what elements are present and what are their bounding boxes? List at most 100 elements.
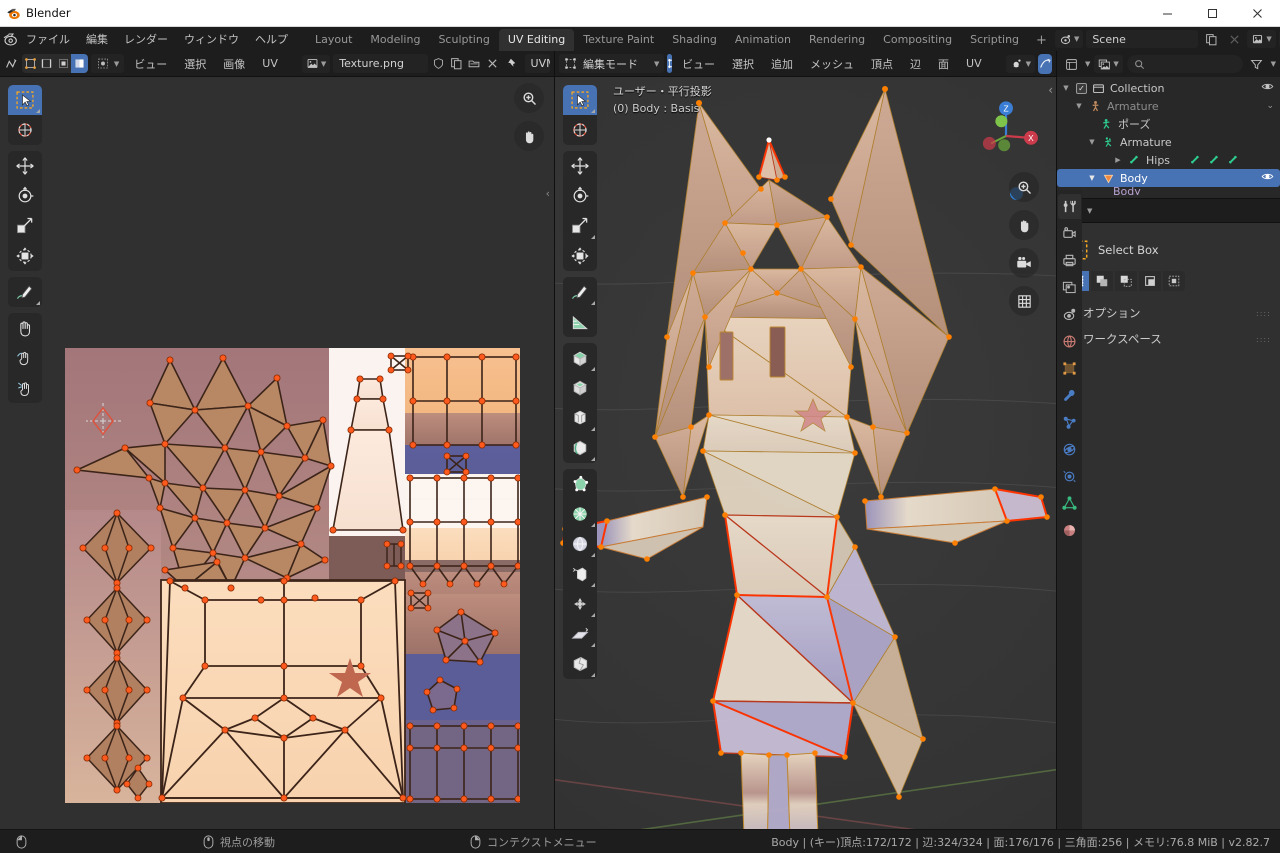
uv-face-select-button[interactable] [55,54,71,73]
uv-menu-uv[interactable]: UV [255,54,285,73]
properties-tab-constraint[interactable] [1058,464,1081,489]
viewport-menu-vertex[interactable]: 頂点 [864,53,900,75]
properties-tab-modifier[interactable] [1058,383,1081,408]
menu-file[interactable]: ファイル [18,28,78,50]
viewport-menu-view[interactable]: ビュー [675,53,722,75]
properties-tab-tool[interactable] [1058,194,1081,219]
tool-select-box[interactable] [8,85,42,115]
viewport-menu-uv[interactable]: UV [959,54,989,73]
tool-cursor[interactable] [8,115,42,145]
properties-tab-render[interactable] [1058,221,1081,246]
uv-edge-select-button[interactable] [38,54,54,73]
v3d-tool-edge-slide[interactable] [563,559,597,589]
workspace-tab-animation[interactable]: Animation [726,29,800,51]
workspace-tab-compositing[interactable]: Compositing [874,29,961,51]
outliner-row-body[interactable]: ▼ Body [1057,169,1280,187]
viewport-camera-gizmo[interactable] [1009,248,1039,278]
workspace-tab-texture-paint[interactable]: Texture Paint [574,29,663,51]
v3d-tool-rotate[interactable] [563,181,597,211]
unlink-image-button[interactable] [485,55,500,73]
v3d-tool-poly-build[interactable] [563,469,597,499]
armature-expand-chevron-icon[interactable]: ⌄ [1266,101,1274,111]
properties-tab-data[interactable] [1058,491,1081,516]
scene-name-field[interactable]: Scene [1086,30,1198,48]
tool-annotate[interactable] [8,277,42,307]
menu-edit[interactable]: 編集 [78,28,116,50]
viewport-3d-canvas[interactable]: ユーザー・平行投影 (0) Body : Basis [555,77,1057,829]
workspace-tab-layout[interactable]: Layout [306,29,361,51]
uv-menu-view[interactable]: ビュー [127,53,174,75]
properties-tab-world[interactable] [1058,329,1081,354]
selection-mode-intersect[interactable] [1163,271,1185,291]
outliner-row-collection[interactable]: ▼ ✓ Collection [1057,79,1280,97]
menu-help[interactable]: ヘルプ [247,28,296,50]
viewport-pan-gizmo[interactable] [1009,210,1039,240]
viewport-sidebar-toggle[interactable]: ‹ [1048,83,1053,97]
body-visibility-eye-icon[interactable] [1261,170,1274,186]
v3d-tool-move[interactable] [563,151,597,181]
disclosure-triangle-icon[interactable]: ▼ [1061,84,1071,92]
properties-tab-physics[interactable] [1058,437,1081,462]
workspace-tab-scripting[interactable]: Scripting [961,29,1028,51]
uv-editor-type-icon[interactable] [4,55,19,73]
workspace-tab-modeling[interactable]: Modeling [361,29,429,51]
disclosure-triangle-icon[interactable]: ▼ [1087,174,1097,182]
v3d-tool-loop-cut[interactable] [563,433,597,463]
blender-menu-icon[interactable] [2,28,18,50]
window-close-button[interactable] [1235,0,1280,27]
uv-island-select-button[interactable] [71,54,87,73]
properties-tab-particles[interactable] [1058,410,1081,435]
collection-visibility-eye-icon[interactable] [1261,80,1274,96]
character-mesh[interactable] [555,77,1057,829]
uv-zoom-gizmo[interactable] [514,83,544,113]
workspace-tab-rendering[interactable]: Rendering [800,29,874,51]
image-browse-dropdown[interactable]: ▼ [302,55,330,73]
viewport-menu-mesh[interactable]: メッシュ [803,53,861,75]
new-image-button[interactable] [449,55,464,73]
uv-menu-image[interactable]: 画像 [216,53,252,75]
workspace-tab-sculpting[interactable]: Sculpting [429,29,498,51]
workspace-tab-uv-editing[interactable]: UV Editing [499,29,574,51]
outliner-row-hips[interactable]: ▶ Hips [1057,151,1280,169]
new-scene-button[interactable] [1201,30,1221,48]
add-workspace-button[interactable]: + [1028,30,1055,51]
menu-window[interactable]: ウィンドウ [176,28,247,50]
disclosure-triangle-icon[interactable]: ▼ [1074,102,1084,110]
v3d-tool-transform[interactable] [563,241,597,271]
selection-mode-subtract[interactable] [1115,271,1137,291]
v3d-tool-extrude[interactable] [563,343,597,373]
uv-vertex-select-button[interactable] [22,54,38,73]
uvmap-field[interactable]: UVM [525,54,550,73]
uv-sticky-selection-dropdown[interactable]: ▼ [91,54,124,73]
xray-toggle-button[interactable] [1038,54,1052,74]
outliner-filter-button[interactable] [1247,55,1267,73]
v3d-tool-smooth[interactable] [563,529,597,559]
window-minimize-button[interactable] [1145,0,1190,27]
menu-render[interactable]: レンダー [116,28,176,50]
workspace-tab-shading[interactable]: Shading [663,29,726,51]
tool-scale[interactable] [8,211,42,241]
outliner-tree[interactable]: ▼ ✓ Collection ▼ Armature [1057,77,1280,198]
viewport-menu-add[interactable]: 追加 [764,53,800,75]
tool-grab[interactable] [8,313,42,343]
v3d-tool-measure[interactable] [563,307,597,337]
open-image-button[interactable] [467,55,482,73]
properties-tab-object[interactable] [1058,356,1081,381]
v3d-tool-annotate[interactable] [563,277,597,307]
uv-canvas[interactable]: ‹ [0,77,554,829]
viewport-zoom-gizmo[interactable] [1009,172,1039,202]
v3d-tool-spin[interactable] [563,499,597,529]
image-name-field[interactable]: Texture.png [333,54,427,73]
panel-workspace[interactable]: ▶ ワークスペース :::: [1057,326,1280,352]
uv-sidebar-toggle[interactable]: ‹ [546,187,550,200]
tool-relax[interactable] [8,343,42,373]
outliner-row-armature-data[interactable]: ▼ Armature [1057,133,1280,151]
tool-rotate[interactable] [8,181,42,211]
panel-options[interactable]: ▶ オプション :::: [1057,293,1280,326]
tool-pinch[interactable] [8,373,42,403]
v3d-tool-shear[interactable] [563,619,597,649]
remove-scene-button[interactable] [1224,30,1244,48]
v3d-tool-scale[interactable] [563,211,597,241]
selection-mode-invert[interactable] [1139,271,1161,291]
xray-shading-dropdown[interactable]: ▼ [1006,55,1035,73]
